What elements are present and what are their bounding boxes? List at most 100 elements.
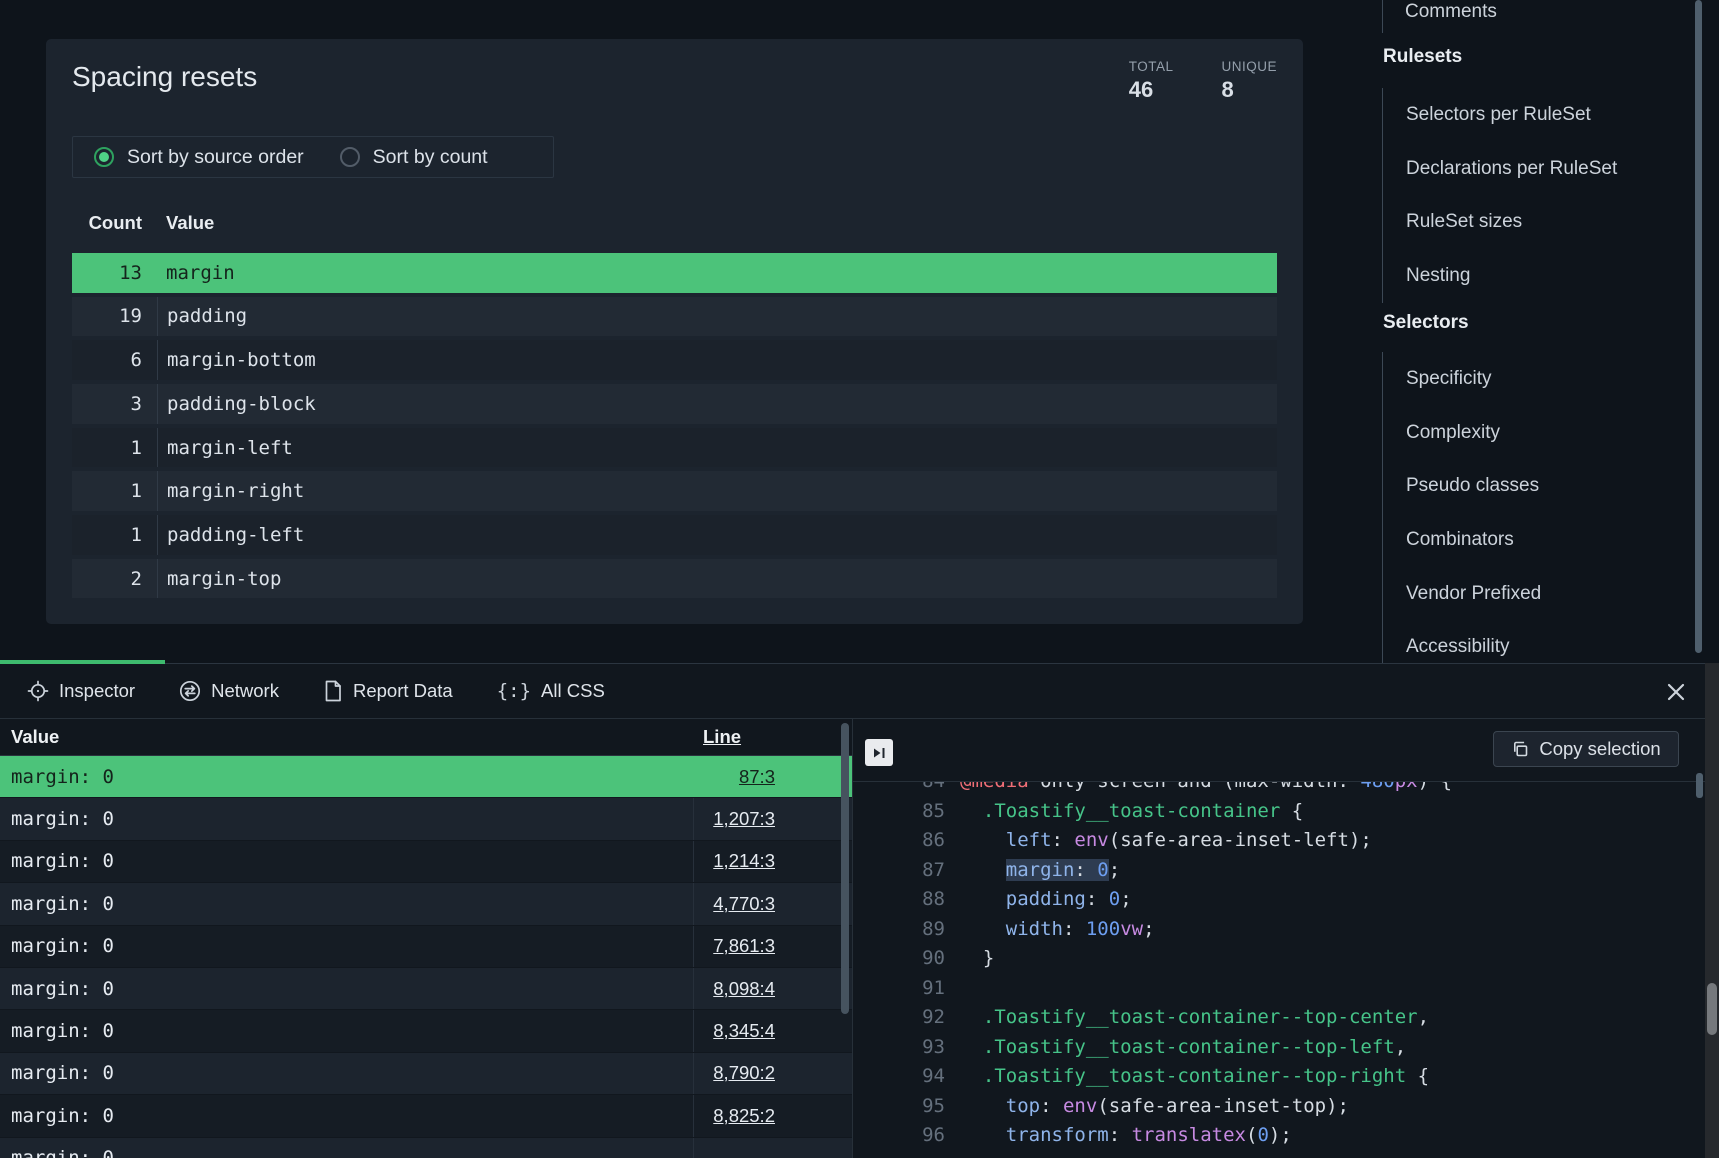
- code-token: [960, 1095, 1006, 1117]
- unique-stat: UNIQUE 8: [1221, 59, 1277, 103]
- code-token: .Toastify__toast-container--top-left: [983, 1036, 1395, 1058]
- inspector-row[interactable]: margin: 0 8,098:4: [0, 968, 853, 1009]
- inspector-row[interactable]: margin: 08,825:2: [0, 1095, 853, 1136]
- radio-selected-icon[interactable]: [94, 147, 114, 167]
- sort-by-source-order-option[interactable]: Sort by source order: [94, 146, 304, 169]
- code-token: ,: [1418, 1006, 1429, 1028]
- inspector-row[interactable]: margin: 01,214:3: [0, 841, 853, 882]
- code-token: 0: [1257, 1124, 1268, 1146]
- expand-pane-button[interactable]: [865, 739, 893, 766]
- sidebar-group-rulesets: Rulesets: [1383, 46, 1462, 68]
- table-row[interactable]: 19padding: [72, 297, 1277, 337]
- code-token: [960, 888, 1006, 910]
- line-link[interactable]: 4,770:3: [713, 893, 775, 915]
- table-row[interactable]: 3padding-block: [72, 384, 1277, 424]
- line-column-header[interactable]: Line: [703, 726, 741, 748]
- sidebar-item-selectors-per-ruleset[interactable]: Selectors per RuleSet: [1383, 88, 1682, 142]
- inspector-row-value: margin: 0: [0, 978, 114, 1000]
- line-link[interactable]: 87:3: [739, 766, 775, 788]
- sidebar-item-nesting[interactable]: Nesting: [1383, 249, 1682, 303]
- table-row[interactable]: 1margin-left: [72, 428, 1277, 468]
- line-number: 96: [853, 1121, 945, 1151]
- line-link[interactable]: 8,825:2: [713, 1105, 775, 1127]
- code-token: [960, 859, 1006, 881]
- table-row[interactable]: 2margin-top: [72, 559, 1277, 599]
- code-token: [960, 1065, 983, 1087]
- inspector-row[interactable]: margin: 08,345:4: [0, 1010, 853, 1051]
- code-line: 84@media only screen and (max-width: 480…: [853, 782, 1705, 797]
- table-row[interactable]: 13margin: [72, 253, 1277, 293]
- tab-all-css[interactable]: {:} All CSS: [497, 680, 605, 702]
- tab-report-data[interactable]: Report Data: [323, 680, 453, 702]
- inspector-row-value: margin: 0: [0, 808, 114, 830]
- line-link[interactable]: 8,790:2: [713, 1062, 775, 1084]
- line-link[interactable]: 7,861:3: [713, 935, 775, 957]
- sidebar-item-complexity[interactable]: Complexity: [1383, 406, 1682, 460]
- code-token: :: [1086, 888, 1109, 910]
- line-link[interactable]: 8,345:4: [713, 1020, 775, 1042]
- code-line: 90 }: [853, 944, 1705, 974]
- table-row[interactable]: 1margin-right: [72, 471, 1277, 511]
- report-nav-sidebar: Comments Rulesets Selectors per RuleSetD…: [1379, 0, 1695, 663]
- tab-inspector[interactable]: Inspector: [27, 680, 135, 702]
- line-number: 95: [853, 1092, 945, 1122]
- radio-unselected-icon[interactable]: [340, 147, 360, 167]
- inspector-row-line-cell: 4,770:3: [693, 883, 841, 924]
- inspector-table-header: Value Line: [0, 719, 853, 756]
- sidebar-item-pseudo-classes[interactable]: Pseudo classes: [1383, 459, 1682, 513]
- code-scrollbar-thumb[interactable]: [1696, 773, 1703, 798]
- code-token: [960, 918, 1006, 940]
- code-text: padding: 0;: [945, 885, 1132, 915]
- copy-selection-button[interactable]: Copy selection: [1493, 731, 1679, 767]
- row-value: margin-left: [157, 428, 1277, 468]
- sidebar-item-comments[interactable]: Comments: [1405, 0, 1497, 24]
- tab-label: Report Data: [353, 680, 453, 702]
- inspector-row-value: margin: 0: [0, 766, 114, 788]
- code-text: top: env(safe-area-inset-top);: [945, 1092, 1349, 1122]
- close-panel-button[interactable]: [1660, 676, 1692, 708]
- card-stats: TOTAL 46 UNIQUE 8: [1129, 59, 1277, 103]
- code-token: ) {: [1418, 782, 1452, 792]
- braces-icon: {:}: [497, 680, 531, 702]
- row-value: margin: [157, 253, 1277, 293]
- sidebar-item-vendor-prefixed[interactable]: Vendor Prefixed: [1383, 567, 1682, 621]
- inspector-row-line-cell: 1,207:3: [693, 798, 841, 839]
- code-token: :: [1052, 829, 1075, 851]
- line-link[interactable]: 1,207:3: [713, 808, 775, 830]
- table-row[interactable]: 6margin-bottom: [72, 340, 1277, 380]
- sidebar-item-combinators[interactable]: Combinators: [1383, 513, 1682, 567]
- sidebar-item-ruleset-sizes[interactable]: RuleSet sizes: [1383, 195, 1682, 249]
- page-scrollbar-thumb[interactable]: [1695, 0, 1702, 653]
- code-token: left: [1006, 829, 1052, 851]
- card-title: Spacing resets: [72, 61, 257, 93]
- code-line: 95 top: env(safe-area-inset-top);: [853, 1092, 1705, 1122]
- line-number: 92: [853, 1003, 945, 1033]
- inspector-row[interactable]: margin: 0 87:3: [0, 756, 853, 797]
- inspector-row[interactable]: margin: 0 7,861:3: [0, 926, 853, 967]
- inspector-row[interactable]: margin: 04,770:3: [0, 883, 853, 924]
- line-link[interactable]: 8,098:4: [713, 978, 775, 1000]
- inspector-row[interactable]: margin: 08,790:2: [0, 1053, 853, 1094]
- panel-scrollbar-track[interactable]: [1705, 663, 1719, 1158]
- inspector-row[interactable]: margin: 0: [0, 1138, 853, 1158]
- inspector-row-value: margin: 0: [0, 935, 114, 957]
- sort-by-count-option[interactable]: Sort by count: [340, 146, 488, 169]
- code-line: 92 .Toastify__toast-container--top-cente…: [853, 1003, 1705, 1033]
- spacing-table-header: Count Value: [72, 212, 1277, 236]
- table-row[interactable]: 1padding-left: [72, 515, 1277, 555]
- inspector-row[interactable]: margin: 0 1,207:3: [0, 798, 853, 839]
- code-token: translatex: [1132, 1124, 1246, 1146]
- line-link[interactable]: 1,214:3: [713, 850, 775, 872]
- row-count: 1: [72, 524, 157, 546]
- panel-scrollbar-thumb[interactable]: [1707, 983, 1717, 1035]
- sidebar-group-rulesets-items: Selectors per RuleSetDeclarations per Ru…: [1382, 88, 1682, 303]
- sidebar-item-specificity[interactable]: Specificity: [1383, 352, 1682, 406]
- sidebar-item-declarations-per-ruleset[interactable]: Declarations per RuleSet: [1383, 142, 1682, 196]
- code-token: 480: [1360, 782, 1394, 792]
- sort-option-label: Sort by count: [373, 146, 488, 169]
- code-token: 0: [1109, 888, 1120, 910]
- tab-network[interactable]: Network: [179, 680, 279, 702]
- inspector-table-scrollbar-thumb[interactable]: [841, 723, 849, 1014]
- code-text: [945, 974, 960, 1004]
- row-value: padding: [157, 297, 1277, 337]
